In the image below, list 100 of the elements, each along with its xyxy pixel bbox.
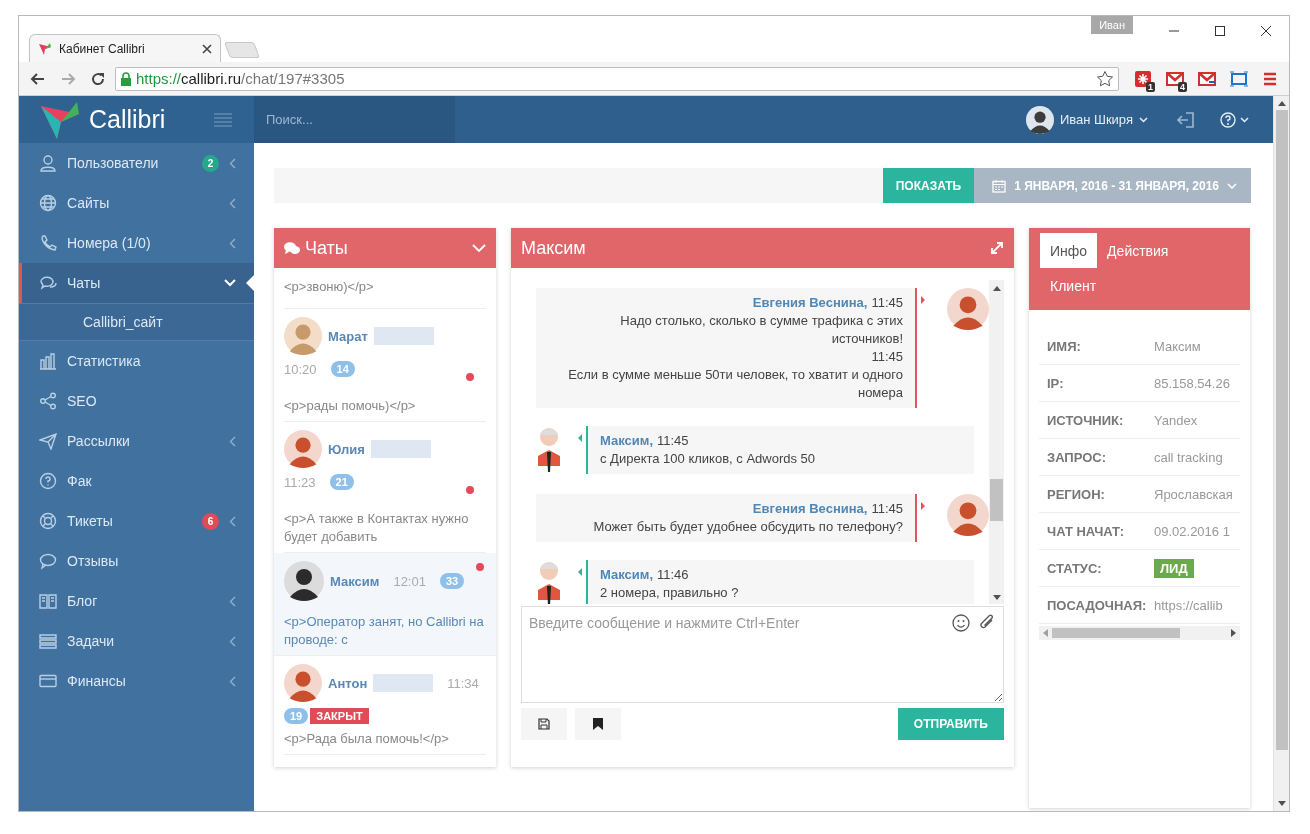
brand-name: Callibri: [89, 105, 167, 134]
field-value: Yandex: [1154, 412, 1198, 428]
avatar: [284, 430, 322, 468]
bookmark-icon: [593, 718, 603, 730]
scrollbar[interactable]: [1039, 626, 1240, 640]
sidebar-item[interactable]: Фак: [19, 461, 254, 501]
send-button[interactable]: ОТПРАВИТЬ: [897, 708, 1004, 740]
redacted-block: [373, 327, 434, 345]
bubble-tail: [578, 434, 582, 442]
sidebar-item[interactable]: Финансы: [19, 661, 254, 701]
sidebar-item[interactable]: Тикеты 6: [19, 501, 254, 541]
message-text: с Директа 100 кликов, с Adwords 50: [600, 450, 817, 468]
count-badge: 33: [439, 573, 465, 589]
chat-list-item[interactable]: Юлия 11:23 21 <p>А также в Контактах нужно будет добавить: [284, 422, 486, 553]
scrollbar[interactable]: [989, 280, 1004, 604]
count-badge: 6: [202, 512, 219, 530]
status-badge: ЗАКРЫТ: [310, 708, 369, 724]
save-button[interactable]: [521, 708, 567, 740]
menu-icon: [1262, 70, 1278, 87]
bookmark-button[interactable]: [575, 708, 621, 740]
field-value: https://callib: [1154, 597, 1223, 613]
close-icon[interactable]: [202, 43, 212, 54]
tab[interactable]: Инфо: [1040, 233, 1098, 268]
profile-label[interactable]: Иван: [1091, 16, 1133, 34]
floppy-disk-icon: [538, 718, 550, 730]
message-preview: <p>Рада была помочь!</p>: [284, 730, 450, 748]
chat-icon: [39, 274, 57, 292]
redacted-block: [373, 674, 434, 692]
chat-list-item[interactable]: Максим 12:01 33 <p>Оператор занят, но Callibri на проводе: с: [274, 553, 496, 656]
operator-avatar: [947, 288, 989, 330]
menu-icon: [214, 112, 232, 127]
sidebar-subitem[interactable]: Callibri_сайт: [19, 303, 254, 341]
tab[interactable]: Действия: [1097, 233, 1179, 268]
scrollbar-thumb[interactable]: [1275, 110, 1288, 750]
arrow-down-icon: [992, 595, 1001, 600]
arrow-up-icon: [992, 286, 1001, 291]
chat-list-item[interactable]: <p>звоню)</p>: [284, 268, 486, 309]
message-text: Если в сумме меньше 50ти человек, то хватит и одного номера: [567, 366, 903, 402]
sidebar-item[interactable]: Блог: [19, 581, 254, 621]
page-scrollbar[interactable]: [1273, 96, 1289, 811]
star-icon[interactable]: [1096, 69, 1114, 88]
field-label: ПОСАДОЧНАЯ:: [1046, 597, 1148, 613]
caret-icon: [1227, 182, 1237, 189]
redacted-block: [370, 440, 431, 458]
panel-title: Чаты: [305, 237, 349, 259]
paper-plane-icon: [39, 432, 57, 450]
field-label: СТАТУС:: [1046, 560, 1103, 576]
tab[interactable]: Клиент: [1040, 268, 1107, 303]
count-badge: 21: [329, 474, 354, 490]
bubble-tail: [578, 568, 582, 576]
message-time: 11:45: [871, 501, 903, 516]
message-author: Максим,: [600, 433, 653, 448]
message-author: Максим,: [600, 567, 653, 582]
search-field[interactable]: Поиск...: [254, 96, 455, 143]
message-input[interactable]: Введите сообщение и нажмите Ctrl+Enter: [521, 606, 1004, 703]
smiley-icon[interactable]: [952, 614, 970, 632]
message-time: 11:45: [657, 433, 689, 448]
user-avatar: [1025, 105, 1054, 134]
bird-icon: [38, 41, 52, 56]
globe-icon: [39, 194, 57, 212]
chevron-down-icon[interactable]: [472, 244, 486, 252]
address-bar[interactable]: https://callibri.ru/chat/197#3305: [115, 66, 1119, 91]
contact-name: Марат: [328, 328, 368, 344]
sidebar-item[interactable]: Номера (1/0): [19, 223, 254, 263]
maximize-icon: [1215, 26, 1225, 36]
extension-icon[interactable]: [1133, 68, 1153, 89]
sidebar-item[interactable]: Статистика: [19, 341, 254, 381]
sidebar-item[interactable]: SEO: [19, 381, 254, 421]
status-badge: ЛИД: [1154, 558, 1194, 578]
operator-avatar: [947, 494, 989, 536]
sidebar-item[interactable]: Сайты: [19, 183, 254, 223]
chat-time: 11:23: [284, 474, 316, 490]
phone-icon: [39, 234, 57, 252]
chat-list-item[interactable]: Антон 11:34 19 ЗАКРЫТ <p>Рада была помочь!</p>: [284, 656, 486, 755]
expand-button[interactable]: [990, 241, 1004, 255]
user-menu[interactable]: Иван Шкиря: [1025, 96, 1148, 143]
sidebar-item[interactable]: Пользователи 2: [19, 143, 254, 183]
message-text: Может быть будет удобнее обсудить по телефону?: [592, 518, 903, 536]
count-badge: 2: [202, 154, 219, 172]
avatar: [284, 664, 322, 702]
sidebar-item[interactable]: Чаты: [19, 263, 254, 303]
field-label: РЕГИОН:: [1046, 486, 1106, 502]
field-label: ЗАПРОС:: [1046, 449, 1108, 465]
panel-title: Максим: [521, 237, 587, 259]
book-icon: [39, 592, 57, 610]
scrollbar-thumb[interactable]: [1052, 628, 1180, 638]
avatar: [284, 561, 324, 601]
field-label: ЧАТ НАЧАТ:: [1046, 523, 1126, 539]
url-text[interactable]: https://callibri.ru/chat/197#3305: [136, 70, 1092, 87]
client-avatar: [536, 560, 562, 604]
chat-list-item[interactable]: Марат 10:20 14 <p>рады помочь)</p>: [284, 309, 486, 422]
field-value: call tracking: [1154, 449, 1223, 465]
sidebar-item[interactable]: Отзывы: [19, 541, 254, 581]
sidebar-item[interactable]: Задачи: [19, 621, 254, 661]
scrollbar-thumb[interactable]: [990, 479, 1003, 521]
logout-icon: [1176, 109, 1196, 130]
show-button[interactable]: ПОКАЗАТЬ: [882, 168, 975, 203]
sidebar-item[interactable]: Рассылки: [19, 421, 254, 461]
browser-tab[interactable]: Кабинет Callibri: [29, 34, 221, 62]
count-badge: 14: [330, 361, 355, 377]
